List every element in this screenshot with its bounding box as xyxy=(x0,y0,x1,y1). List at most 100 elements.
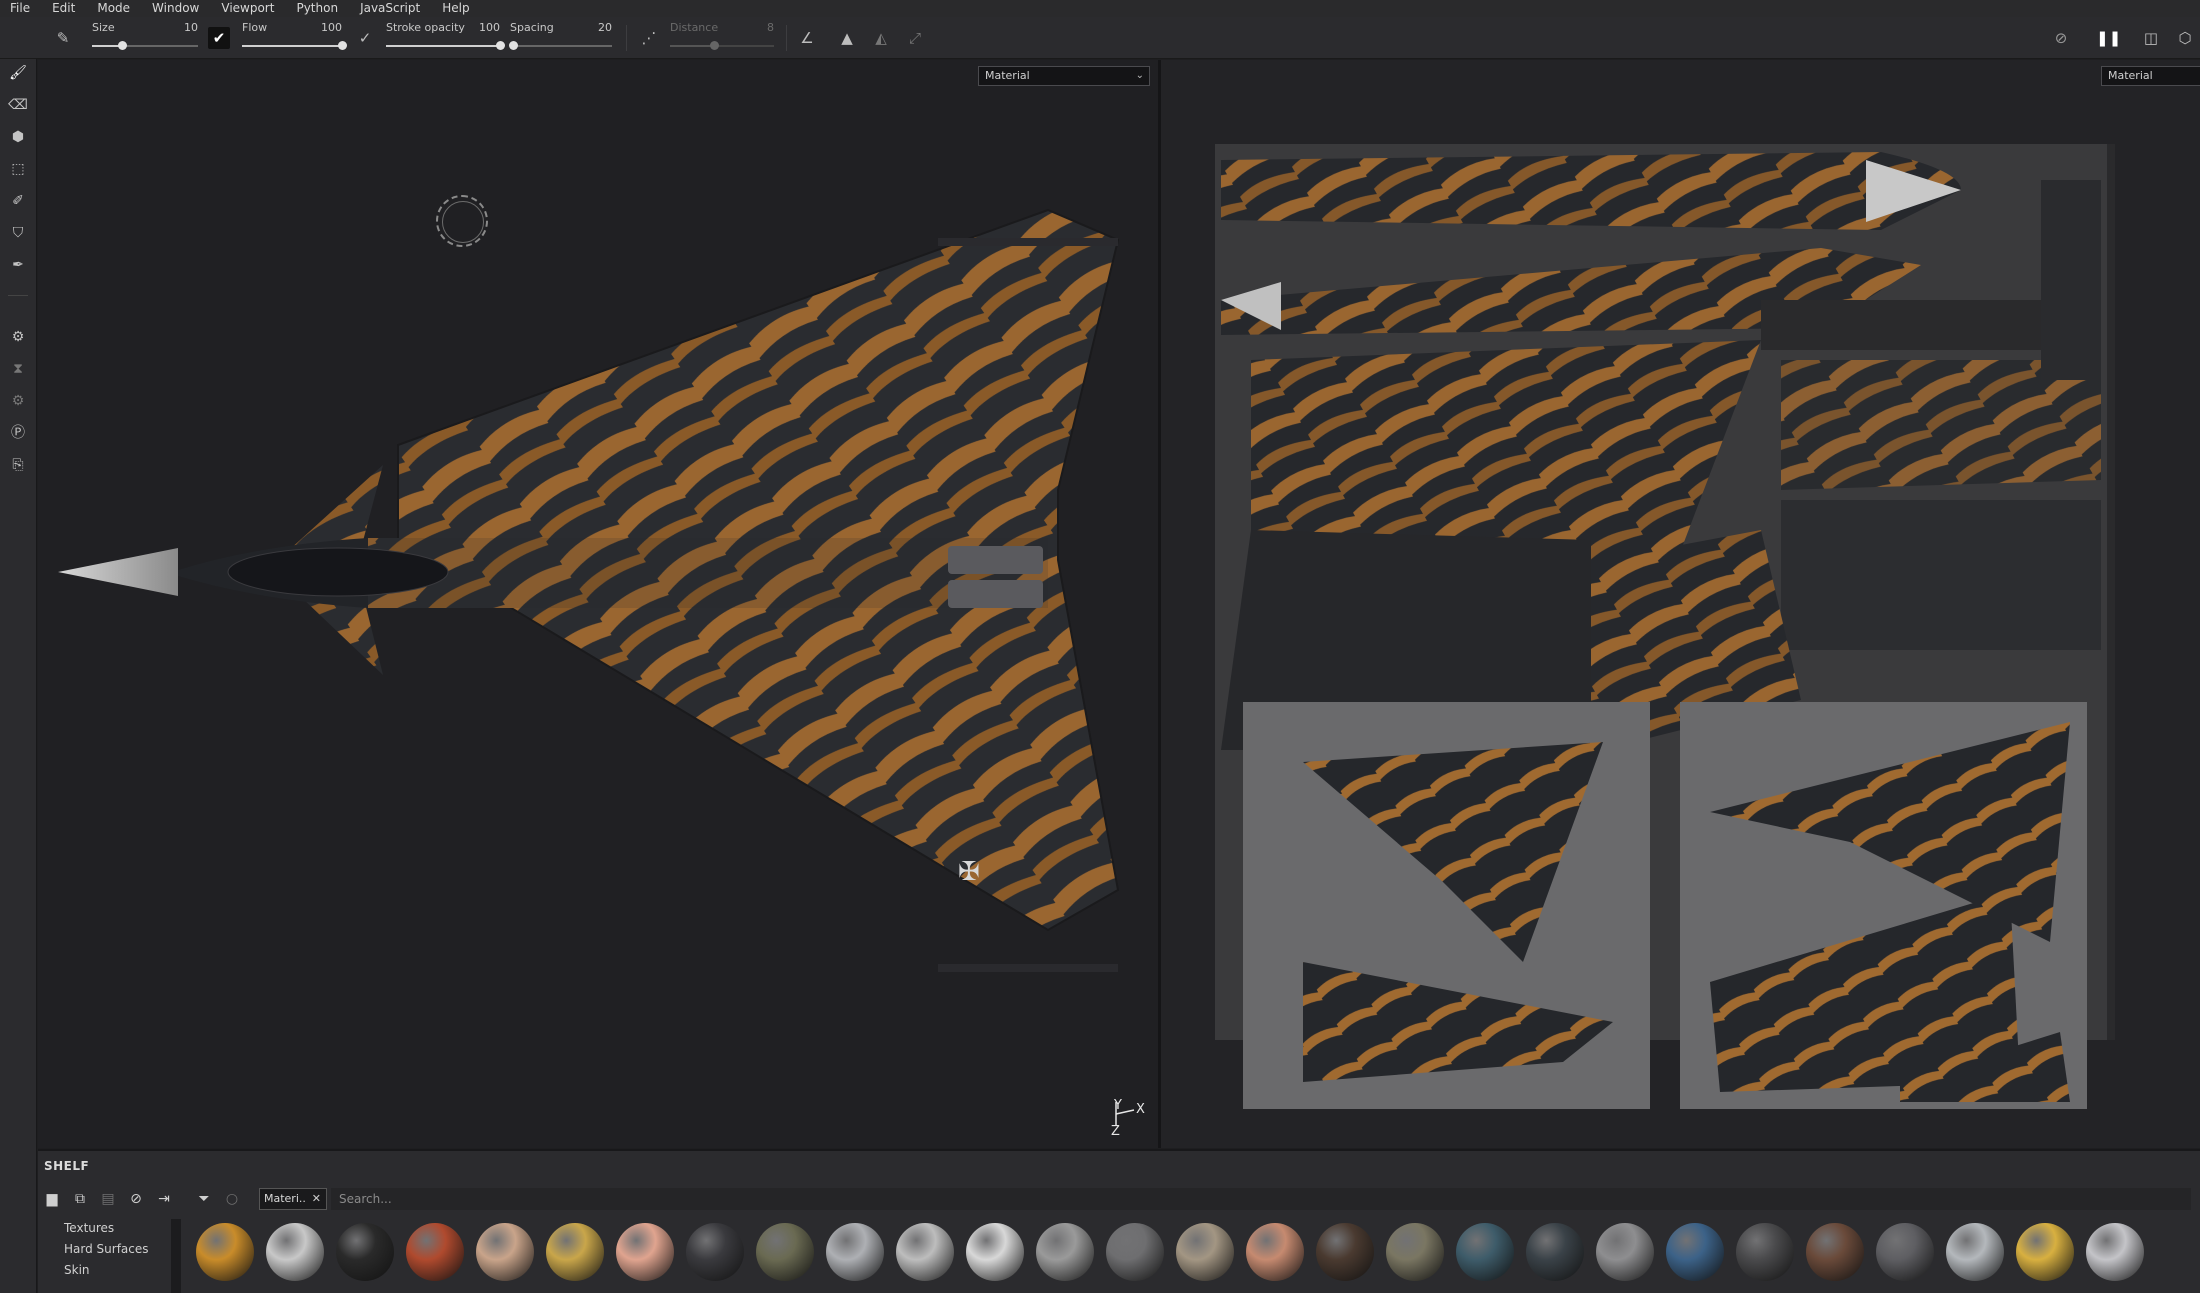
material-gold-hex-sphere[interactable] xyxy=(196,1223,254,1281)
material-dark-eye-sphere[interactable] xyxy=(1316,1223,1374,1281)
shelf-toolbar: ▆ ⧉ ▤ ⊘ ⇥ ⏷ ○ Materi.. ✕ xyxy=(38,1187,2200,1211)
flow-slider[interactable]: Flow 100 xyxy=(242,21,347,55)
shelf-tab-label: Materi.. xyxy=(264,1192,306,1205)
export-icon[interactable]: ⎘ xyxy=(6,453,30,477)
material-grey-sphere[interactable] xyxy=(1106,1223,1164,1281)
menu-window[interactable]: Window xyxy=(152,0,199,17)
size-slider[interactable]: Size 10 xyxy=(92,21,198,55)
spacing-slider[interactable]: Spacing 20 xyxy=(509,21,612,55)
menu-mode[interactable]: Mode xyxy=(97,0,130,17)
hide-icon[interactable]: ⊘ xyxy=(2050,27,2072,49)
photoshop-icon[interactable]: Ⓟ xyxy=(6,421,30,445)
material-gold-sphere[interactable] xyxy=(2016,1223,2074,1281)
material-charcoal-sphere[interactable] xyxy=(1736,1223,1794,1281)
material-stone-sphere[interactable] xyxy=(896,1223,954,1281)
aircraft-3d-model: ✠ xyxy=(58,208,1120,972)
material-leaf-sphere[interactable] xyxy=(406,1223,464,1281)
app-window: File Edit Mode Window Viewport Python Ja… xyxy=(0,0,2200,1293)
material-blue-sphere[interactable] xyxy=(1666,1223,1724,1281)
shelf-categories: Textures Hard Surfaces Skin xyxy=(38,1213,183,1293)
size-label: Size xyxy=(92,21,115,34)
menu-file[interactable]: File xyxy=(10,0,30,17)
bake-icon[interactable]: ⚙ xyxy=(6,389,30,413)
menu-python[interactable]: Python xyxy=(296,0,338,17)
material-silver-sphere[interactable] xyxy=(826,1223,884,1281)
visibility-icon[interactable]: ⊘ xyxy=(126,1189,146,1209)
close-icon[interactable]: ✕ xyxy=(312,1189,321,1209)
stroke-opacity-value: 100 xyxy=(479,21,500,34)
tool-options-bar: ✎ Size 10 ✔ Flow 100 ✓ Stroke opacity 10… xyxy=(0,17,2200,59)
distance-value: 8 xyxy=(767,21,774,34)
lazy-mouse-icon[interactable]: ⋰ xyxy=(638,27,660,49)
material-skin-sphere[interactable] xyxy=(476,1223,534,1281)
viewport-3d[interactable]: Material ⌄ ✠ Y X Z xyxy=(38,60,1158,1148)
material-peach-sphere[interactable] xyxy=(616,1223,674,1281)
material-black-gloss-sphere[interactable] xyxy=(336,1223,394,1281)
reference-image-right[interactable] xyxy=(1680,702,2087,1109)
smudge-icon[interactable]: ✐ xyxy=(6,189,30,213)
shelf-category-skin[interactable]: Skin xyxy=(64,1263,90,1277)
viewport-2d[interactable]: Material xyxy=(1161,60,2200,1148)
settings-icon[interactable]: ⚙ xyxy=(6,325,30,349)
material-chrome-sphere[interactable] xyxy=(266,1223,324,1281)
filter-icon[interactable]: ⏷ xyxy=(194,1189,214,1209)
symmetry-icon[interactable]: ▲ xyxy=(836,27,858,49)
reference-image-left[interactable] xyxy=(1243,702,1650,1109)
projection-icon[interactable]: ⬢ xyxy=(6,125,30,149)
menu-edit[interactable]: Edit xyxy=(52,0,75,17)
material-teal-sphere[interactable] xyxy=(1456,1223,1514,1281)
material-carbon-sphere[interactable] xyxy=(686,1223,744,1281)
stroke-opacity-label: Stroke opacity xyxy=(386,21,465,34)
menu-viewport[interactable]: Viewport xyxy=(221,0,274,17)
material-concrete-sphere[interactable] xyxy=(1036,1223,1094,1281)
import-icon[interactable]: ⇥ xyxy=(154,1189,174,1209)
cube-icon[interactable]: ⬡ xyxy=(2174,27,2196,49)
spacing-label: Spacing xyxy=(510,21,554,34)
material-brass-sphere[interactable] xyxy=(546,1223,604,1281)
eraser-icon[interactable]: ⌫ xyxy=(6,93,30,117)
size-value: 10 xyxy=(184,21,198,34)
angle-icon[interactable]: ∠ xyxy=(796,27,818,49)
material-khaki-sphere[interactable] xyxy=(1386,1223,1444,1281)
material-brown-sphere[interactable] xyxy=(1806,1223,1864,1281)
pause-icon[interactable]: ❚❚ xyxy=(2096,27,2121,49)
material-white-sphere[interactable] xyxy=(966,1223,1024,1281)
axis-gizmo: Y X Z xyxy=(1108,1096,1158,1146)
material-light-grey-sphere[interactable] xyxy=(1596,1223,1654,1281)
pressure-opacity-icon[interactable]: ✓ xyxy=(354,27,376,49)
stroke-opacity-slider[interactable]: Stroke opacity 100 xyxy=(386,21,505,55)
transform-icon[interactable]: ⤢ xyxy=(904,27,926,49)
polygon-fill-icon[interactable]: ⬚ xyxy=(6,157,30,181)
clone-stamp-icon[interactable]: ⛉ xyxy=(6,221,30,245)
folder-icon[interactable]: ▆ xyxy=(42,1189,62,1209)
new-item-icon[interactable]: ⧉ xyxy=(70,1189,90,1209)
symmetry-plane-icon[interactable]: ◭ xyxy=(870,27,892,49)
shelf-search-input[interactable] xyxy=(331,1188,2191,1210)
tool-rail: 🖌 ⌫ ⬢ ⬚ ✐ ⛉ ✒ ⚙ ⧗ ⚙ Ⓟ ⎘ xyxy=(0,59,37,1293)
menu-javascript[interactable]: JavaScript xyxy=(360,0,420,17)
material-copper-sphere[interactable] xyxy=(1246,1223,1304,1281)
menu-bar: File Edit Mode Window Viewport Python Ja… xyxy=(0,0,2200,17)
shelf-category-textures[interactable]: Textures xyxy=(64,1221,114,1235)
shelf-title: SHELF xyxy=(44,1159,90,1173)
refresh-icon[interactable]: ○ xyxy=(222,1189,242,1209)
shelf-category-scrollbar[interactable] xyxy=(171,1219,181,1293)
pressure-flow-icon[interactable]: ✔ xyxy=(208,27,230,49)
shelf-tab-materials[interactable]: Materi.. ✕ xyxy=(259,1188,327,1210)
material-pearl-sphere[interactable] xyxy=(2086,1223,2144,1281)
material-slate-sphere[interactable] xyxy=(1526,1223,1584,1281)
menu-help[interactable]: Help xyxy=(442,0,469,17)
flow-label: Flow xyxy=(242,21,268,34)
material-sand-sphere[interactable] xyxy=(1176,1223,1234,1281)
hourglass-icon[interactable]: ⧗ xyxy=(6,357,30,381)
distance-slider[interactable]: Distance 8 xyxy=(670,21,774,55)
material-pale-sphere[interactable] xyxy=(1946,1223,2004,1281)
delete-icon[interactable]: ▤ xyxy=(98,1189,118,1209)
paint-brush-icon[interactable]: 🖌 xyxy=(6,61,30,85)
brush-preset-icon[interactable]: ✎ xyxy=(52,27,74,49)
color-picker-icon[interactable]: ✒ xyxy=(6,253,30,277)
material-fabric-sphere[interactable] xyxy=(1876,1223,1934,1281)
material-olive-sphere[interactable] xyxy=(756,1223,814,1281)
shelf-category-hard-surfaces[interactable]: Hard Surfaces xyxy=(64,1242,149,1256)
split-view-icon[interactable]: ◫ xyxy=(2140,27,2162,49)
